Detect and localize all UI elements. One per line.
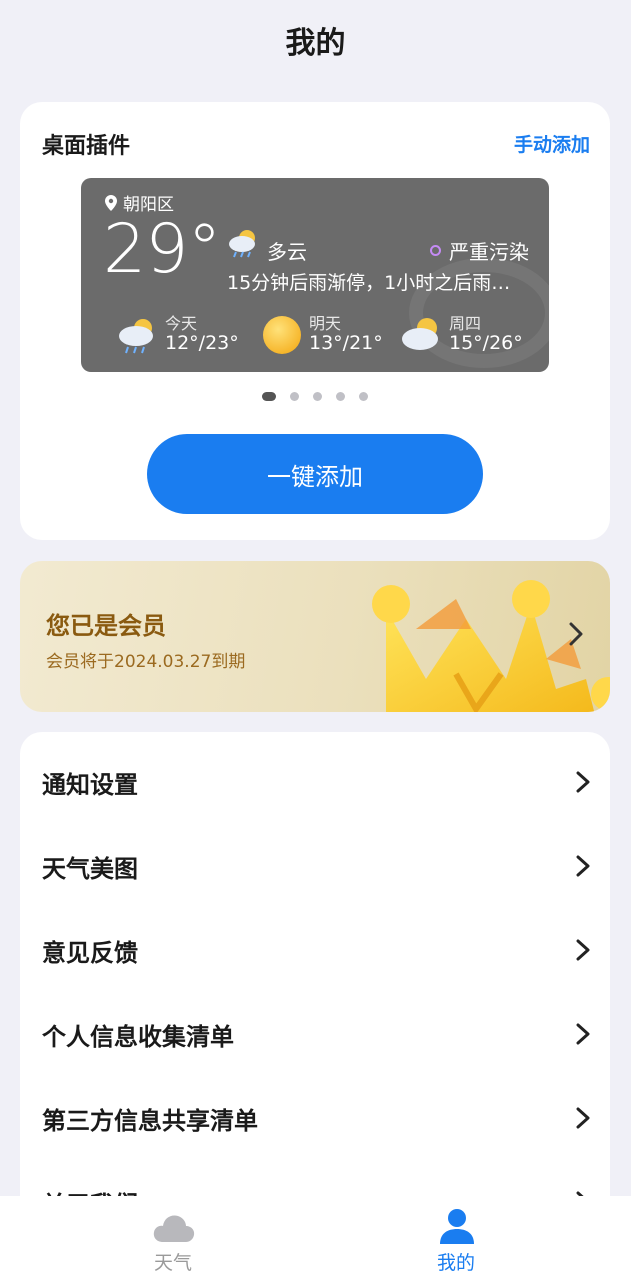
list-item-weather-images[interactable]: 天气美图 [20, 824, 610, 908]
membership-title: 您已是会员 [46, 612, 166, 640]
chevron-right-icon [576, 855, 590, 877]
widget-preview[interactable]: 朝阳区 29° 多云 严重污染 15分钟后雨渐停，1小时之后雨… 今天 12°/… [81, 178, 549, 372]
list-item-label: 通知设置 [42, 770, 138, 799]
bottom-tab-bar: 天气 我的 [0, 1196, 631, 1280]
tab-weather[interactable]: 天气 [113, 1204, 233, 1276]
membership-expiry: 会员将于2024.03.27到期 [46, 652, 246, 672]
cloud-sun-icon [402, 318, 438, 350]
page-dot[interactable] [359, 392, 368, 401]
tab-label: 天气 [153, 1252, 192, 1274]
sun-icon [263, 316, 301, 354]
page-dot-active[interactable] [262, 392, 276, 401]
page-indicator [20, 392, 610, 401]
list-item-label: 天气美图 [42, 854, 138, 883]
current-temperature: 29° [103, 210, 222, 289]
location-pin-icon [105, 194, 117, 211]
tab-mine[interactable]: 我的 [396, 1204, 516, 1276]
air-quality-text: 严重污染 [449, 240, 529, 264]
air-quality: 严重污染 [430, 236, 529, 265]
chevron-right-icon [576, 1107, 590, 1129]
forecast-range: 15°/26° [449, 332, 523, 354]
list-item-label: 个人信息收集清单 [42, 1022, 234, 1051]
chevron-right-icon [569, 622, 583, 646]
forecast-range: 13°/21° [309, 332, 383, 354]
cloud-icon [153, 1215, 195, 1242]
widget-section-title: 桌面插件 [42, 134, 131, 159]
chevron-right-icon [576, 1023, 590, 1045]
rain-forecast-note: 15分钟后雨渐停，1小时之后雨… [227, 272, 511, 294]
forecast-day: 明天 [309, 314, 342, 333]
list-item-label: 第三方信息共享清单 [42, 1106, 258, 1135]
page-title: 我的 [285, 26, 346, 61]
chevron-right-icon [576, 771, 590, 793]
forecast-day: 周四 [449, 314, 482, 333]
page-dot[interactable] [336, 392, 345, 401]
one-click-add-button[interactable]: 一键添加 [147, 434, 483, 514]
air-quality-dot-icon [430, 245, 441, 256]
chevron-right-icon [576, 939, 590, 961]
page-dot[interactable] [313, 392, 322, 401]
condition-text: 多云 [267, 240, 307, 264]
cloud-rain-icon [229, 230, 255, 258]
desktop-widget-card: 桌面插件 手动添加 朝阳区 29° 多云 严重污染 15分钟后雨渐停，1小时之后… [20, 102, 610, 540]
page-dot[interactable] [290, 392, 299, 401]
cloud-rain-icon [119, 319, 153, 354]
list-item-feedback[interactable]: 意见反馈 [20, 908, 610, 992]
list-item-personal-info-list[interactable]: 个人信息收集清单 [20, 992, 610, 1076]
list-item-notification-settings[interactable]: 通知设置 [20, 740, 610, 824]
list-item-label: 意见反馈 [42, 938, 138, 967]
manual-add-link[interactable]: 手动添加 [514, 130, 590, 157]
person-icon [440, 1209, 474, 1244]
tab-label: 我的 [436, 1252, 475, 1274]
list-item-third-party-sharing[interactable]: 第三方信息共享清单 [20, 1076, 610, 1160]
forecast-day: 今天 [165, 314, 198, 333]
membership-card[interactable]: 您已是会员 会员将于2024.03.27到期 [20, 561, 610, 712]
forecast-range: 12°/23° [165, 332, 239, 354]
